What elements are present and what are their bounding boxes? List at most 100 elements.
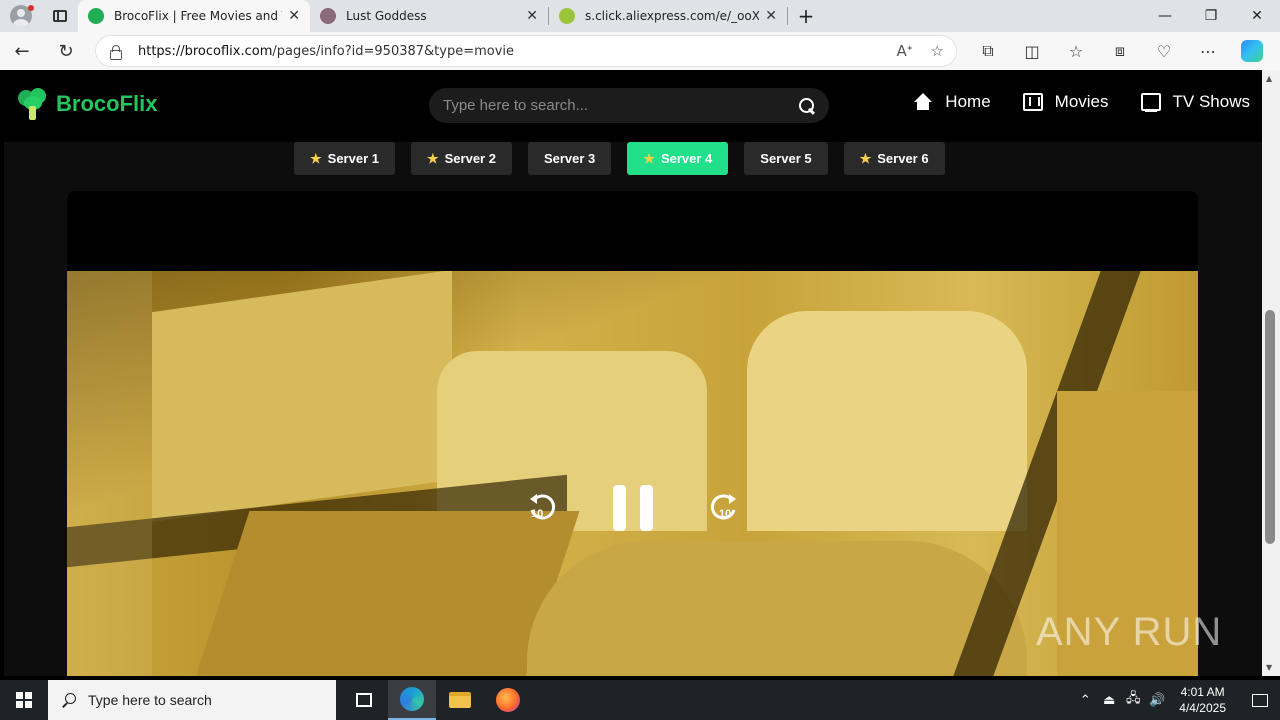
browser-tab-bar: BrocoFlix | Free Movies and TV Sh ✕ Lust…: [0, 0, 1280, 32]
edge-taskbar-button[interactable]: [388, 680, 436, 720]
tab-actions-button[interactable]: [42, 0, 78, 32]
tab-brocoflix[interactable]: BrocoFlix | Free Movies and TV Sh ✕: [78, 0, 310, 32]
site-nav: Home Movies TV Shows: [881, 92, 1250, 112]
split-screen-icon[interactable]: ◫: [1010, 32, 1054, 70]
pause-button[interactable]: [613, 485, 653, 533]
scene-roof: [527, 541, 1027, 676]
tab-title: s.click.aliexpress.com/e/_ooXP3c: [585, 9, 760, 23]
notification-button[interactable]: [1240, 680, 1280, 720]
network-icon[interactable]: 🖧: [1121, 689, 1145, 711]
page-scrollbar[interactable]: ▲ ▼: [1262, 70, 1280, 676]
task-view-icon: [356, 693, 372, 707]
nav-home[interactable]: Home: [913, 92, 991, 112]
star-icon: ★: [426, 150, 439, 166]
notification-dot: [28, 5, 34, 11]
folder-icon: [449, 692, 471, 708]
clock-date: 4/4/2025: [1179, 701, 1226, 715]
broccoli-logo-icon: [18, 88, 48, 120]
restore-icon[interactable]: ❐: [1188, 0, 1234, 32]
tv-icon: [1140, 93, 1161, 112]
film-icon: [1022, 93, 1043, 111]
rewind-10-button[interactable]: 10: [527, 491, 559, 525]
site-logo[interactable]: BrocoFlix: [18, 88, 157, 120]
tab-title: BrocoFlix | Free Movies and TV Sh: [114, 9, 282, 23]
anyrun-watermark: ANY RUN: [1036, 610, 1223, 654]
site-search-input[interactable]: Type here to search...: [429, 88, 829, 123]
server-5-button[interactable]: Server 5: [744, 142, 828, 175]
nav-label: TV Shows: [1172, 92, 1250, 111]
extensions-icon[interactable]: ⧉: [966, 32, 1010, 70]
window-controls: — ❐ ✕: [1142, 0, 1280, 32]
brand-name: BrocoFlix: [56, 91, 158, 116]
window-close-icon[interactable]: ✕: [1234, 0, 1280, 32]
site-header: BrocoFlix Type here to search... Home Mo…: [4, 70, 1262, 142]
profile-button[interactable]: [0, 0, 42, 32]
star-icon: ★: [643, 150, 655, 166]
nav-tv-shows[interactable]: TV Shows: [1140, 92, 1250, 112]
usb-icon[interactable]: ⏏: [1097, 693, 1121, 708]
back-icon[interactable]: ←: [0, 32, 44, 70]
task-view-button[interactable]: [340, 680, 388, 720]
server-2-button[interactable]: ★ Server 2: [410, 142, 512, 175]
server-label: Server 2: [444, 151, 496, 166]
scroll-down-icon[interactable]: ▼: [1266, 663, 1272, 672]
server-label: Server 1: [327, 151, 379, 166]
collections-icon[interactable]: ⧈: [1098, 32, 1142, 70]
browser-nav-bar: ← ↻ https://brocoflix.com/pages/info?id=…: [0, 32, 1280, 70]
copilot-button[interactable]: [1230, 32, 1274, 70]
tab-lust-goddess[interactable]: Lust Goddess ✕: [310, 0, 548, 32]
url-text[interactable]: https://brocoflix.com/pages/info?id=9503…: [138, 44, 878, 59]
refresh-icon[interactable]: ↻: [44, 32, 88, 70]
close-icon[interactable]: ✕: [288, 8, 300, 24]
address-bar[interactable]: https://brocoflix.com/pages/info?id=9503…: [96, 36, 956, 66]
taskbar: Type here to search ⌃ ⏏ 🖧 🔊 4:01 AM 4/4/…: [0, 680, 1280, 720]
more-menu-icon[interactable]: ⋯: [1186, 32, 1230, 70]
search-placeholder: Type here to search...: [443, 97, 589, 114]
taskbar-search-input[interactable]: Type here to search: [48, 680, 336, 720]
scene-roof: [184, 511, 580, 676]
tab-title: Lust Goddess: [346, 9, 427, 23]
star-icon: ★: [310, 150, 322, 166]
file-explorer-button[interactable]: [436, 680, 484, 720]
nav-movies[interactable]: Movies: [1022, 92, 1109, 112]
server-selector: ★ Server 1 ★ Server 2 Server 3 ★ Server 4 S…: [294, 142, 961, 175]
server-1-button[interactable]: ★ Server 1: [294, 142, 395, 175]
lock-icon[interactable]: [108, 44, 122, 60]
scrollbar-thumb[interactable]: [1265, 310, 1275, 544]
start-button[interactable]: [0, 680, 48, 720]
favorite-star-icon[interactable]: ☆: [931, 42, 944, 60]
pause-icon: [613, 485, 626, 531]
browser-essentials-icon[interactable]: ♡: [1142, 32, 1186, 70]
read-aloud-icon[interactable]: Aᐩ: [896, 42, 912, 60]
server-6-button[interactable]: ★ Server 6: [843, 142, 945, 175]
forward-10-button[interactable]: 10: [707, 491, 739, 525]
avatar-icon: [320, 8, 336, 24]
volume-icon[interactable]: 🔊: [1145, 693, 1169, 708]
clock[interactable]: 4:01 AM 4/4/2025: [1179, 684, 1226, 716]
new-tab-button[interactable]: +: [788, 4, 824, 28]
scene-haze: [67, 271, 152, 676]
tab-actions-icon: [53, 10, 67, 22]
taskbar-search-placeholder: Type here to search: [88, 692, 212, 708]
rewind-label: 10: [531, 508, 544, 520]
nav-label: Home: [945, 92, 991, 111]
server-4-button[interactable]: ★ Server 4: [627, 142, 729, 175]
video-player[interactable]: 10 10: [67, 191, 1198, 676]
chevron-up-icon[interactable]: ⌃: [1073, 693, 1097, 708]
tab-aliexpress[interactable]: s.click.aliexpress.com/e/_ooXP3c ✕: [549, 0, 787, 32]
scene-building: [747, 311, 1027, 531]
server-label: Server 4: [660, 151, 713, 166]
favorites-icon[interactable]: ☆: [1054, 32, 1098, 70]
firefox-button[interactable]: [484, 680, 532, 720]
close-icon[interactable]: ✕: [765, 8, 777, 24]
close-icon[interactable]: ✕: [526, 8, 538, 24]
clock-time: 4:01 AM: [1180, 685, 1225, 699]
star-icon: ★: [859, 150, 872, 166]
server-3-button[interactable]: Server 3: [527, 142, 612, 175]
server-label: Server 6: [877, 151, 929, 166]
minimize-icon[interactable]: —: [1142, 0, 1188, 32]
copilot-icon: [1241, 40, 1263, 62]
video-frame[interactable]: [67, 271, 1198, 676]
search-icon[interactable]: [799, 97, 815, 114]
scroll-up-icon[interactable]: ▲: [1266, 74, 1272, 83]
